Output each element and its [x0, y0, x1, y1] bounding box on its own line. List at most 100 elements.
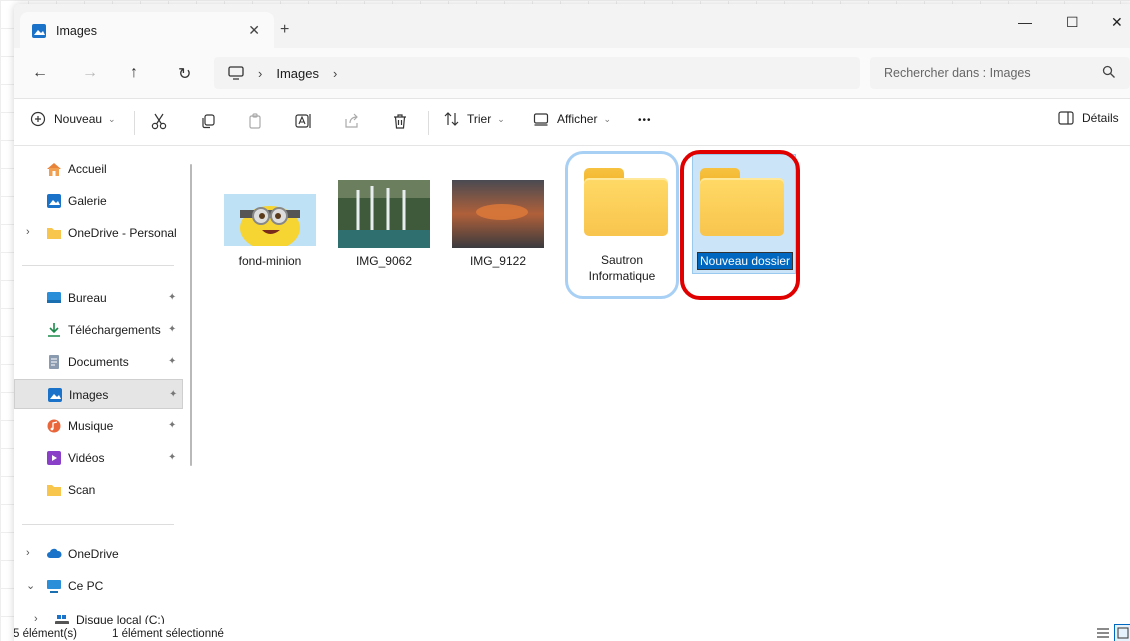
view-button[interactable]: Afficher ⌄ — [533, 111, 611, 127]
file-explorer-window: Images ✕ + — ☐ ✕ ← → ↑ ↻ › Images › Rech… — [14, 4, 1130, 641]
item-count: 5 élément(s) — [14, 628, 77, 640]
details-label: Détails — [1082, 111, 1119, 125]
close-tab-icon[interactable]: ✕ — [248, 22, 260, 39]
item-label-line1[interactable]: Sautron — [570, 253, 674, 268]
sidebar-item-label: Accueil — [68, 162, 107, 176]
navigation-pane: Accueil Galerie › OneDrive - Personal Bu… — [14, 146, 200, 641]
rename-icon[interactable] — [295, 113, 313, 129]
monitor-icon — [228, 66, 244, 80]
sidebar-item-label: Vidéos — [68, 451, 105, 465]
item-label[interactable]: IMG_9122 — [452, 254, 544, 269]
breadcrumb-images[interactable]: Images — [276, 66, 319, 81]
home-icon — [47, 163, 61, 176]
address-row: ← → ↑ ↻ › Images › Rechercher dans : Ima… — [14, 48, 1130, 98]
chevron-right-icon[interactable]: › — [26, 226, 30, 238]
pc-icon — [47, 580, 61, 593]
sidebar-item-documents[interactable]: Documents ✦ — [14, 347, 184, 377]
sidebar-item-bureau[interactable]: Bureau ✦ — [14, 283, 184, 313]
chevron-right-icon[interactable]: › — [26, 547, 30, 559]
highlight-outline — [680, 150, 800, 300]
maximize-button[interactable]: ☐ — [1066, 14, 1079, 31]
sidebar-item-telechargements[interactable]: Téléchargements ✦ — [14, 315, 184, 345]
copy-icon[interactable] — [200, 113, 216, 129]
folder-icon — [47, 228, 61, 239]
divider — [428, 111, 429, 135]
plus-circle-icon — [30, 111, 46, 127]
sidebar-item-label: Téléchargements — [68, 323, 161, 337]
item-label[interactable]: IMG_9062 — [338, 254, 430, 269]
thumbnail-view-icon[interactable] — [1114, 624, 1130, 641]
chevron-down-icon: ⌄ — [603, 113, 612, 124]
pin-icon[interactable]: ✦ — [168, 292, 176, 303]
folder-icon[interactable] — [584, 168, 668, 238]
sidebar-item-label: Documents — [68, 355, 129, 369]
sidebar-item-musique[interactable]: Musique ✦ — [14, 411, 184, 441]
view-label: Afficher — [557, 112, 598, 126]
details-pane-icon — [1058, 111, 1074, 125]
more-options-button[interactable]: ••• — [638, 115, 652, 126]
download-icon — [48, 323, 60, 337]
sidebar-item-images[interactable]: Images ✦ — [14, 379, 183, 409]
delete-icon[interactable] — [392, 113, 408, 130]
item-label-line2[interactable]: Informatique — [570, 269, 674, 284]
sidebar-item-onedrive-personal[interactable]: › OneDrive - Personal — [14, 218, 184, 248]
image-thumbnail[interactable] — [452, 180, 544, 248]
pin-icon[interactable]: ✦ — [168, 420, 176, 431]
cut-icon[interactable] — [151, 113, 167, 130]
new-button[interactable]: Nouveau ⌄ — [30, 111, 116, 127]
sort-icon — [444, 112, 459, 126]
image-thumbnail[interactable] — [338, 180, 430, 248]
refresh-button[interactable]: ↻ — [178, 64, 191, 84]
sidebar-scrollbar[interactable] — [190, 164, 192, 466]
divider — [22, 265, 174, 266]
divider — [134, 111, 135, 135]
cloud-icon — [47, 548, 62, 558]
pin-icon[interactable]: ✦ — [169, 389, 177, 400]
details-button[interactable]: Détails — [1058, 111, 1119, 125]
breadcrumb-separator[interactable]: › — [333, 66, 337, 81]
up-button[interactable]: ↑ — [130, 64, 138, 82]
chevron-down-icon: ⌄ — [108, 113, 116, 124]
image-thumbnail[interactable] — [224, 194, 316, 246]
search-icon — [1102, 65, 1115, 78]
sidebar-item-label: Ce PC — [68, 579, 104, 593]
file-list: fond-minion IMG_9062 IMG_9122 Sautron In… — [200, 146, 1130, 624]
divider — [22, 524, 174, 525]
forward-button[interactable]: → — [82, 64, 98, 82]
sidebar-item-label: Scan — [68, 483, 96, 497]
pin-icon[interactable]: ✦ — [168, 356, 176, 367]
folder-icon — [47, 485, 61, 496]
command-bar: Nouveau ⌄ Trier ⌄ Afficher ⌄ ••• Détails — [14, 99, 1130, 145]
close-window-button[interactable]: ✕ — [1111, 14, 1123, 31]
chevron-down-icon[interactable]: ⌄ — [26, 579, 35, 592]
sort-button[interactable]: Trier ⌄ — [444, 111, 505, 127]
search-input[interactable]: Rechercher dans : Images — [870, 57, 1130, 89]
desktop-icon — [47, 292, 61, 303]
sidebar-item-label: Galerie — [68, 194, 107, 208]
chevron-down-icon: ⌄ — [497, 113, 505, 124]
sidebar-item-scan[interactable]: Scan — [14, 475, 184, 505]
sidebar-item-label: Bureau — [68, 291, 107, 305]
pin-icon[interactable]: ✦ — [168, 452, 176, 463]
address-bar[interactable]: › Images › — [214, 57, 860, 89]
item-label[interactable]: fond-minion — [224, 254, 316, 269]
gallery-icon — [47, 194, 61, 208]
paste-icon[interactable] — [248, 113, 264, 129]
tab-images[interactable]: Images ✕ — [20, 12, 274, 49]
pictures-icon — [32, 23, 46, 38]
sidebar-item-label: OneDrive — [68, 547, 119, 561]
minimize-button[interactable]: — — [1018, 14, 1032, 30]
share-icon[interactable] — [344, 113, 360, 129]
sidebar-item-onedrive[interactable]: › OneDrive — [14, 539, 184, 569]
sidebar-item-accueil[interactable]: Accueil — [14, 154, 184, 184]
new-tab-button[interactable]: + — [280, 21, 289, 39]
sidebar-item-galerie[interactable]: Galerie — [14, 186, 184, 216]
view-icon — [533, 113, 549, 126]
breadcrumb-separator: › — [258, 65, 263, 81]
sidebar-item-label: Images — [69, 388, 109, 402]
sidebar-item-videos[interactable]: Vidéos ✦ — [14, 443, 184, 473]
sidebar-item-ce-pc[interactable]: ⌄ Ce PC — [14, 571, 184, 601]
list-view-icon[interactable] — [1096, 626, 1110, 640]
pin-icon[interactable]: ✦ — [168, 324, 176, 335]
back-button[interactable]: ← — [32, 64, 48, 82]
